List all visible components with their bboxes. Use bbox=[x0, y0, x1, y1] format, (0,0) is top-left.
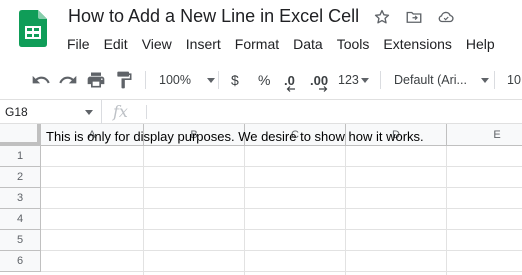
print-icon bbox=[87, 72, 105, 88]
number-format-select[interactable]: 123 bbox=[338, 70, 369, 90]
title-icons bbox=[372, 7, 456, 27]
zoom-select[interactable]: 100% bbox=[159, 70, 215, 90]
paint-format-button[interactable] bbox=[114, 70, 134, 90]
chevron-down-icon bbox=[480, 77, 489, 83]
percent-format-button[interactable]: % bbox=[258, 70, 270, 90]
grid-row[interactable] bbox=[41, 251, 522, 272]
grid-row[interactable] bbox=[41, 209, 522, 230]
row-header-1[interactable]: 1 bbox=[0, 146, 41, 167]
grid-row[interactable] bbox=[41, 167, 522, 188]
grid-row[interactable] bbox=[41, 188, 522, 209]
menu-extensions[interactable]: Extensions bbox=[376, 35, 458, 53]
chevron-down-icon bbox=[85, 110, 93, 115]
menu-tools[interactable]: Tools bbox=[330, 35, 377, 53]
currency-format-button[interactable]: $ bbox=[231, 70, 239, 90]
toolbar-separator bbox=[494, 71, 495, 89]
increase-decimal-button[interactable]: .00 bbox=[310, 70, 328, 92]
document-title[interactable]: How to Add a New Line in Excel Cell bbox=[68, 6, 359, 27]
menu-bar: File Edit View Insert Format Data Tools … bbox=[60, 35, 502, 53]
toolbar-separator bbox=[380, 71, 381, 89]
arrow-left-icon bbox=[286, 86, 295, 92]
row-header-6[interactable]: 6 bbox=[0, 251, 41, 272]
toolbar-separator bbox=[218, 71, 219, 89]
toolbar: 100% $ % .0 .00 123 Default (Ari... 10 bbox=[0, 60, 522, 100]
grid-row[interactable] bbox=[41, 146, 522, 167]
column-gridline bbox=[244, 146, 245, 275]
zoom-value: 100% bbox=[159, 73, 191, 87]
decrease-decimal-button[interactable]: .0 bbox=[284, 70, 295, 92]
menu-view[interactable]: View bbox=[135, 35, 179, 53]
sheets-logo-icon[interactable] bbox=[19, 10, 47, 47]
undo-button[interactable] bbox=[31, 70, 51, 90]
redo-button[interactable] bbox=[58, 70, 78, 90]
select-all-corner[interactable] bbox=[0, 124, 41, 146]
menu-file[interactable]: File bbox=[60, 35, 97, 53]
column-header-e[interactable]: E bbox=[447, 124, 522, 146]
menu-data[interactable]: Data bbox=[286, 35, 330, 53]
grid-row[interactable] bbox=[41, 230, 522, 251]
fx-icon: fx bbox=[113, 102, 128, 121]
formula-input[interactable] bbox=[146, 105, 147, 119]
row-header-2[interactable]: 2 bbox=[0, 167, 41, 188]
row-header-5[interactable]: 5 bbox=[0, 230, 41, 251]
row-header-4[interactable]: 4 bbox=[0, 209, 41, 230]
chevron-down-icon bbox=[360, 77, 369, 83]
header: How to Add a New Line in Excel Cell File… bbox=[0, 0, 522, 60]
name-box[interactable]: G18 bbox=[0, 100, 102, 124]
column-gridline bbox=[143, 146, 144, 275]
menu-edit[interactable]: Edit bbox=[97, 35, 135, 53]
undo-icon bbox=[32, 75, 50, 84]
arrow-right-icon bbox=[319, 86, 328, 92]
paint-format-icon bbox=[117, 71, 132, 89]
move-to-folder-icon[interactable] bbox=[404, 7, 424, 27]
column-gridline bbox=[446, 146, 447, 275]
row-header-3[interactable]: 3 bbox=[0, 188, 41, 209]
font-family-select[interactable]: Default (Ari... bbox=[394, 70, 489, 90]
chevron-down-icon bbox=[206, 77, 215, 83]
google-sheets-window: How to Add a New Line in Excel Cell File… bbox=[0, 0, 522, 275]
menu-help[interactable]: Help bbox=[459, 35, 502, 53]
menu-format[interactable]: Format bbox=[228, 35, 286, 53]
toolbar-separator bbox=[145, 71, 146, 89]
font-size-input[interactable]: 10 bbox=[507, 70, 521, 90]
formula-bar: G18 fx bbox=[0, 100, 522, 124]
cloud-status-icon[interactable] bbox=[436, 7, 456, 27]
menu-insert[interactable]: Insert bbox=[179, 35, 228, 53]
cell-a1[interactable]: This is only for display purposes. We de… bbox=[46, 129, 424, 144]
column-gridline bbox=[345, 146, 346, 275]
redo-icon bbox=[59, 75, 77, 84]
spreadsheet-grid[interactable]: A B C D E 1 2 3 4 5 6 This is only for d… bbox=[0, 124, 522, 275]
print-button[interactable] bbox=[86, 70, 106, 90]
star-icon[interactable] bbox=[372, 7, 392, 27]
